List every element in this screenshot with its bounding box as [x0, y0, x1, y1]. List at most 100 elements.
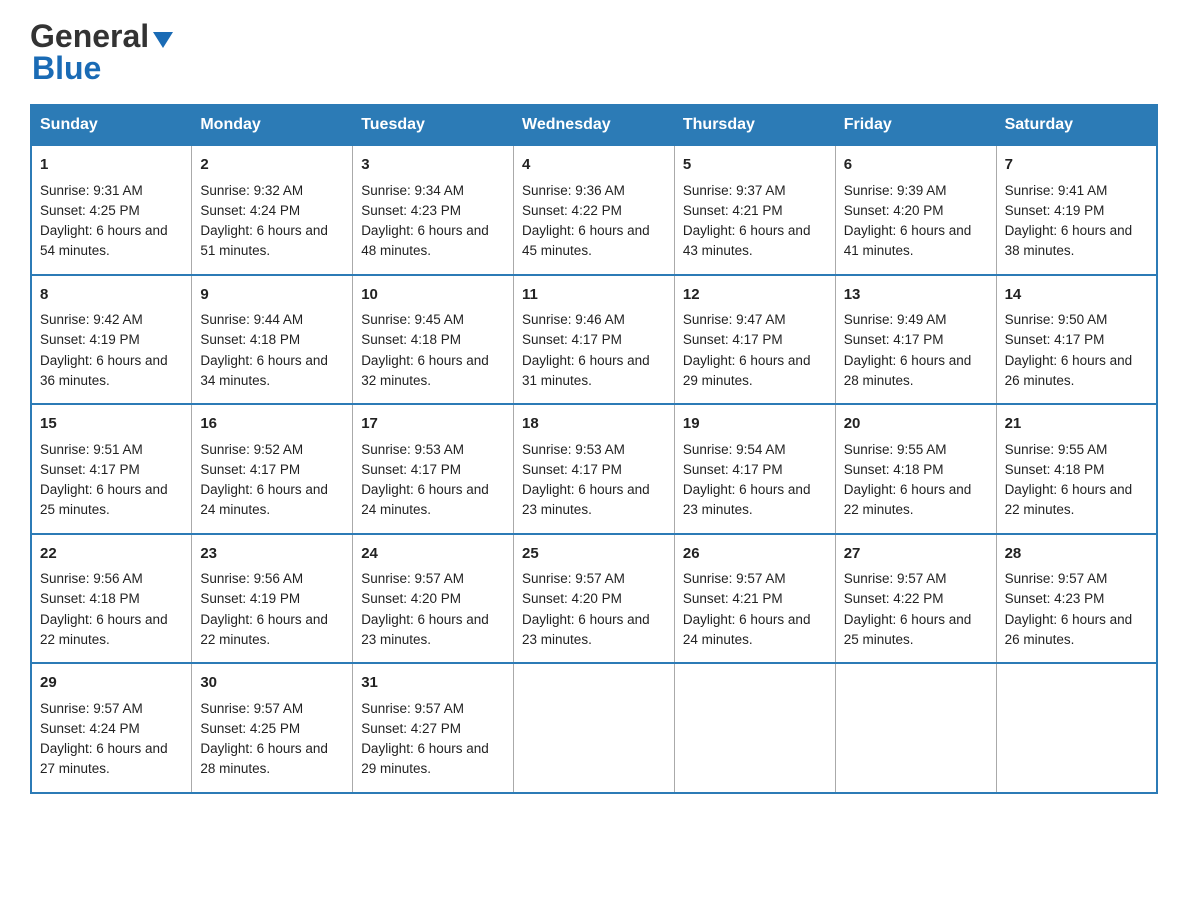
calendar-cell: 7 Sunrise: 9:41 AM Sunset: 4:19 PM Dayli…	[996, 145, 1157, 275]
day-number: 10	[361, 284, 505, 307]
sunrise-text: Sunrise: 9:44 AM	[200, 312, 303, 327]
daylight-text: Daylight: 6 hours and 29 minutes.	[683, 353, 811, 388]
daylight-text: Daylight: 6 hours and 23 minutes.	[683, 482, 811, 517]
daylight-text: Daylight: 6 hours and 34 minutes.	[200, 353, 328, 388]
day-header-sunday: Sunday	[31, 105, 192, 145]
calendar-cell: 21 Sunrise: 9:55 AM Sunset: 4:18 PM Dayl…	[996, 404, 1157, 534]
logo-general-text: General	[30, 20, 149, 52]
day-number: 28	[1005, 543, 1148, 566]
daylight-text: Daylight: 6 hours and 26 minutes.	[1005, 353, 1133, 388]
day-number: 12	[683, 284, 827, 307]
sunset-text: Sunset: 4:22 PM	[522, 203, 622, 218]
sunrise-text: Sunrise: 9:42 AM	[40, 312, 143, 327]
sunrise-text: Sunrise: 9:57 AM	[200, 701, 303, 716]
logo: General Blue	[30, 20, 173, 84]
day-number: 17	[361, 413, 505, 436]
sunrise-text: Sunrise: 9:55 AM	[1005, 442, 1108, 457]
calendar-cell: 23 Sunrise: 9:56 AM Sunset: 4:19 PM Dayl…	[192, 534, 353, 664]
sunset-text: Sunset: 4:21 PM	[683, 203, 783, 218]
sunrise-text: Sunrise: 9:39 AM	[844, 183, 947, 198]
calendar-cell: 8 Sunrise: 9:42 AM Sunset: 4:19 PM Dayli…	[31, 275, 192, 405]
sunset-text: Sunset: 4:17 PM	[844, 332, 944, 347]
sunrise-text: Sunrise: 9:31 AM	[40, 183, 143, 198]
calendar-cell: 6 Sunrise: 9:39 AM Sunset: 4:20 PM Dayli…	[835, 145, 996, 275]
calendar-week-5: 29 Sunrise: 9:57 AM Sunset: 4:24 PM Dayl…	[31, 663, 1157, 793]
sunrise-text: Sunrise: 9:57 AM	[844, 571, 947, 586]
day-number: 23	[200, 543, 344, 566]
calendar-cell	[835, 663, 996, 793]
sunset-text: Sunset: 4:18 PM	[844, 462, 944, 477]
daylight-text: Daylight: 6 hours and 22 minutes.	[200, 612, 328, 647]
sunset-text: Sunset: 4:17 PM	[522, 462, 622, 477]
daylight-text: Daylight: 6 hours and 22 minutes.	[844, 482, 972, 517]
sunset-text: Sunset: 4:22 PM	[844, 591, 944, 606]
daylight-text: Daylight: 6 hours and 25 minutes.	[40, 482, 168, 517]
calendar-header-row: SundayMondayTuesdayWednesdayThursdayFrid…	[31, 105, 1157, 145]
sunrise-text: Sunrise: 9:41 AM	[1005, 183, 1108, 198]
sunset-text: Sunset: 4:20 PM	[522, 591, 622, 606]
sunset-text: Sunset: 4:24 PM	[40, 721, 140, 736]
sunset-text: Sunset: 4:25 PM	[40, 203, 140, 218]
sunrise-text: Sunrise: 9:57 AM	[361, 701, 464, 716]
sunset-text: Sunset: 4:18 PM	[200, 332, 300, 347]
calendar-cell: 24 Sunrise: 9:57 AM Sunset: 4:20 PM Dayl…	[353, 534, 514, 664]
daylight-text: Daylight: 6 hours and 28 minutes.	[844, 353, 972, 388]
day-number: 15	[40, 413, 183, 436]
sunrise-text: Sunrise: 9:53 AM	[522, 442, 625, 457]
sunset-text: Sunset: 4:17 PM	[522, 332, 622, 347]
sunrise-text: Sunrise: 9:54 AM	[683, 442, 786, 457]
calendar-cell	[996, 663, 1157, 793]
calendar-cell	[514, 663, 675, 793]
calendar-week-4: 22 Sunrise: 9:56 AM Sunset: 4:18 PM Dayl…	[31, 534, 1157, 664]
daylight-text: Daylight: 6 hours and 22 minutes.	[40, 612, 168, 647]
daylight-text: Daylight: 6 hours and 32 minutes.	[361, 353, 489, 388]
day-number: 1	[40, 154, 183, 177]
calendar-cell: 18 Sunrise: 9:53 AM Sunset: 4:17 PM Dayl…	[514, 404, 675, 534]
calendar-cell: 14 Sunrise: 9:50 AM Sunset: 4:17 PM Dayl…	[996, 275, 1157, 405]
sunrise-text: Sunrise: 9:51 AM	[40, 442, 143, 457]
calendar-cell: 3 Sunrise: 9:34 AM Sunset: 4:23 PM Dayli…	[353, 145, 514, 275]
calendar-cell: 2 Sunrise: 9:32 AM Sunset: 4:24 PM Dayli…	[192, 145, 353, 275]
sunset-text: Sunset: 4:20 PM	[361, 591, 461, 606]
logo-blue-text: Blue	[32, 52, 101, 84]
calendar-week-2: 8 Sunrise: 9:42 AM Sunset: 4:19 PM Dayli…	[31, 275, 1157, 405]
day-number: 20	[844, 413, 988, 436]
daylight-text: Daylight: 6 hours and 25 minutes.	[844, 612, 972, 647]
day-number: 2	[200, 154, 344, 177]
day-number: 26	[683, 543, 827, 566]
calendar: SundayMondayTuesdayWednesdayThursdayFrid…	[30, 104, 1158, 794]
sunrise-text: Sunrise: 9:56 AM	[200, 571, 303, 586]
calendar-cell: 26 Sunrise: 9:57 AM Sunset: 4:21 PM Dayl…	[674, 534, 835, 664]
day-number: 14	[1005, 284, 1148, 307]
sunset-text: Sunset: 4:19 PM	[40, 332, 140, 347]
sunset-text: Sunset: 4:19 PM	[1005, 203, 1105, 218]
calendar-cell: 27 Sunrise: 9:57 AM Sunset: 4:22 PM Dayl…	[835, 534, 996, 664]
calendar-cell: 31 Sunrise: 9:57 AM Sunset: 4:27 PM Dayl…	[353, 663, 514, 793]
day-header-monday: Monday	[192, 105, 353, 145]
day-number: 27	[844, 543, 988, 566]
daylight-text: Daylight: 6 hours and 27 minutes.	[40, 741, 168, 776]
daylight-text: Daylight: 6 hours and 36 minutes.	[40, 353, 168, 388]
day-number: 7	[1005, 154, 1148, 177]
day-number: 16	[200, 413, 344, 436]
daylight-text: Daylight: 6 hours and 51 minutes.	[200, 223, 328, 258]
daylight-text: Daylight: 6 hours and 22 minutes.	[1005, 482, 1133, 517]
daylight-text: Daylight: 6 hours and 29 minutes.	[361, 741, 489, 776]
calendar-week-1: 1 Sunrise: 9:31 AM Sunset: 4:25 PM Dayli…	[31, 145, 1157, 275]
logo-triangle-icon	[153, 32, 173, 48]
sunrise-text: Sunrise: 9:36 AM	[522, 183, 625, 198]
day-header-saturday: Saturday	[996, 105, 1157, 145]
calendar-cell: 9 Sunrise: 9:44 AM Sunset: 4:18 PM Dayli…	[192, 275, 353, 405]
day-header-thursday: Thursday	[674, 105, 835, 145]
sunrise-text: Sunrise: 9:50 AM	[1005, 312, 1108, 327]
day-number: 4	[522, 154, 666, 177]
day-number: 31	[361, 672, 505, 695]
day-header-tuesday: Tuesday	[353, 105, 514, 145]
sunrise-text: Sunrise: 9:49 AM	[844, 312, 947, 327]
sunrise-text: Sunrise: 9:32 AM	[200, 183, 303, 198]
day-number: 22	[40, 543, 183, 566]
sunset-text: Sunset: 4:18 PM	[40, 591, 140, 606]
sunset-text: Sunset: 4:19 PM	[200, 591, 300, 606]
daylight-text: Daylight: 6 hours and 23 minutes.	[361, 612, 489, 647]
calendar-cell: 15 Sunrise: 9:51 AM Sunset: 4:17 PM Dayl…	[31, 404, 192, 534]
